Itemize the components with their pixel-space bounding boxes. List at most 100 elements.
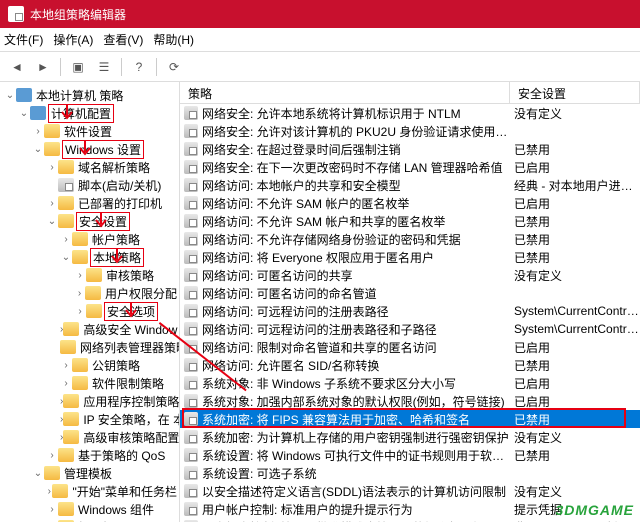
- list-row[interactable]: 系统对象: 加强内部系统对象的默认权限(例如，符号链接)已启用: [180, 392, 640, 410]
- tree-item[interactable]: 脚本(启动/关机): [0, 176, 179, 194]
- list-panel: 策略 安全设置 网络安全: 允许本地系统将计算机标识用于 NTLM没有定义网络安…: [180, 82, 640, 522]
- expand-icon[interactable]: ›: [60, 234, 72, 245]
- tree-label: 用户权限分配: [103, 285, 179, 302]
- tree-item[interactable]: ›高级审核策略配置: [0, 428, 179, 446]
- expand-icon[interactable]: ⌄: [18, 108, 30, 119]
- menu-action[interactable]: 操作(A): [53, 31, 93, 48]
- list-row[interactable]: 系统设置: 将 Windows 可执行文件中的证书规则用于软件…已禁用: [180, 446, 640, 464]
- tree-panel: ⌄本地计算机 策略⌄计算机配置›软件设置⌄Windows 设置›域名解析策略脚本…: [0, 82, 180, 522]
- policy-icon: [184, 430, 198, 444]
- expand-icon[interactable]: ⌄: [4, 90, 16, 101]
- export-button[interactable]: ☰: [93, 56, 115, 78]
- tree-item[interactable]: ⌄计算机配置: [0, 104, 179, 122]
- list-row[interactable]: 用户帐户控制: 管理员批准模式中管理员的提升权限提示的…非 Windows 二进…: [180, 518, 640, 522]
- toolbar: ◄ ► ▣ ☰ ? ⟳: [0, 52, 640, 82]
- tree-item[interactable]: ⌄管理模板: [0, 464, 179, 482]
- policy-text: 系统加密: 为计算机上存储的用户密钥强制进行强密钥保护: [202, 429, 514, 446]
- list-row[interactable]: 网络访问: 限制对命名管道和共享的匿名访问已启用: [180, 338, 640, 356]
- tree-item[interactable]: ⌄本地计算机 策略: [0, 86, 179, 104]
- tree-item[interactable]: ›软件设置: [0, 122, 179, 140]
- list-row[interactable]: 网络访问: 不允许 SAM 帐户和共享的匿名枚举已禁用: [180, 212, 640, 230]
- list-row[interactable]: 网络安全: 允许对该计算机的 PKU2U 身份验证请求使用联…: [180, 122, 640, 140]
- list-row[interactable]: 网络访问: 可匿名访问的共享没有定义: [180, 266, 640, 284]
- setting-text: 已启用: [514, 375, 640, 392]
- menu-file[interactable]: 文件(F): [4, 31, 43, 48]
- tree-item[interactable]: ›"开始"菜单和任务栏: [0, 482, 179, 500]
- list-row[interactable]: 网络访问: 不允许 SAM 帐户的匿名枚举已启用: [180, 194, 640, 212]
- col-policy[interactable]: 策略: [180, 82, 510, 103]
- list-row[interactable]: 网络访问: 不允许存储网络身份验证的密码和凭据已禁用: [180, 230, 640, 248]
- expand-icon[interactable]: ⌄: [60, 252, 72, 263]
- policy-icon: [184, 412, 198, 426]
- tree-item[interactable]: › 帐户策略: [0, 230, 179, 248]
- expand-icon[interactable]: ›: [46, 504, 58, 515]
- list-row[interactable]: 网络安全: 允许本地系统将计算机标识用于 NTLM没有定义: [180, 104, 640, 122]
- expand-icon[interactable]: ›: [74, 306, 86, 317]
- tree-item[interactable]: 网络列表管理器策略: [0, 338, 179, 356]
- tree-item[interactable]: ›打印机: [0, 518, 179, 522]
- expand-icon[interactable]: ›: [46, 162, 58, 173]
- expand-icon[interactable]: ⌄: [32, 468, 44, 479]
- list-row[interactable]: 网络安全: 在下一次更改密码时不存储 LAN 管理器哈希值已启用: [180, 158, 640, 176]
- tree-item[interactable]: ›IP 安全策略，在 本地: [0, 410, 179, 428]
- list-row[interactable]: 网络访问: 允许匿名 SID/名称转换已禁用: [180, 356, 640, 374]
- tree-item[interactable]: › 用户权限分配: [0, 284, 179, 302]
- tree-item[interactable]: ⌄Windows 设置: [0, 140, 179, 158]
- expand-icon[interactable]: ›: [32, 126, 44, 137]
- expand-icon[interactable]: ›: [74, 270, 86, 281]
- tree-item[interactable]: ›域名解析策略: [0, 158, 179, 176]
- expand-icon[interactable]: ›: [46, 450, 58, 461]
- tree-item[interactable]: ›审核策略: [0, 266, 179, 284]
- policy-icon: [184, 376, 198, 390]
- setting-text: System\CurrentContro…: [514, 322, 640, 336]
- list-row[interactable]: 网络访问: 可远程访问的注册表路径System\CurrentContro…: [180, 302, 640, 320]
- forward-button[interactable]: ►: [32, 56, 54, 78]
- list-row[interactable]: 系统加密: 为计算机上存储的用户密钥强制进行强密钥保护没有定义: [180, 428, 640, 446]
- tree-item[interactable]: ›安全选项: [0, 302, 179, 320]
- tree-item[interactable]: ⌄安全设置: [0, 212, 179, 230]
- list-row[interactable]: 系统对象: 非 Windows 子系统不要求区分大小写已启用: [180, 374, 640, 392]
- menu-view[interactable]: 查看(V): [103, 31, 143, 48]
- list-row[interactable]: 网络访问: 可匿名访问的命名管道: [180, 284, 640, 302]
- expand-icon[interactable]: ›: [60, 378, 72, 389]
- list-row[interactable]: 以安全描述符定义语言(SDDL)语法表示的计算机访问限制没有定义: [180, 482, 640, 500]
- policy-text: 系统加密: 将 FIPS 兼容算法用于加密、哈希和签名: [202, 411, 514, 428]
- back-button[interactable]: ◄: [6, 56, 28, 78]
- folder-icon: [44, 142, 60, 156]
- policy-icon: [184, 484, 198, 498]
- expand-icon[interactable]: ⌄: [32, 144, 44, 155]
- list-row[interactable]: 系统加密: 将 FIPS 兼容算法用于加密、哈希和签名已禁用: [180, 410, 640, 428]
- tree-item[interactable]: › Windows 组件: [0, 500, 179, 518]
- tree-item[interactable]: ›软件限制策略: [0, 374, 179, 392]
- tree-label: 帐户策略: [90, 231, 142, 248]
- tree-item[interactable]: ⌄本地策略: [0, 248, 179, 266]
- policy-text: 网络访问: 不允许存储网络身份验证的密码和凭据: [202, 231, 514, 248]
- expand-icon[interactable]: ›: [74, 288, 85, 299]
- setting-text: 没有定义: [514, 429, 640, 446]
- expand-icon[interactable]: ›: [60, 360, 72, 371]
- up-button[interactable]: ▣: [67, 56, 89, 78]
- setting-text: System\CurrentContro…: [514, 304, 640, 318]
- tree-label: Windows 组件: [76, 501, 156, 518]
- tree-item[interactable]: ›应用程序控制策略: [0, 392, 179, 410]
- policy-icon: [184, 142, 198, 156]
- expand-icon[interactable]: ⌄: [46, 216, 58, 227]
- policy-text: 网络安全: 允许对该计算机的 PKU2U 身份验证请求使用联…: [202, 123, 514, 140]
- tree-item[interactable]: ›公钥策略: [0, 356, 179, 374]
- list-row[interactable]: 网络安全: 在超过登录时间后强制注销已禁用: [180, 140, 640, 158]
- refresh-button[interactable]: ⟳: [163, 56, 185, 78]
- list-row[interactable]: 网络访问: 本地帐户的共享和安全模型经典 - 对本地用户进行…: [180, 176, 640, 194]
- menu-help[interactable]: 帮助(H): [153, 31, 194, 48]
- list-row[interactable]: 网络访问: 可远程访问的注册表路径和子路径System\CurrentContr…: [180, 320, 640, 338]
- policy-icon: [58, 178, 74, 192]
- folder-icon: [58, 448, 74, 462]
- tree-item[interactable]: ›高级安全 Window: [0, 320, 179, 338]
- tree-label: 脚本(启动/关机): [76, 177, 163, 194]
- tree-item[interactable]: ›基于策略的 QoS: [0, 446, 179, 464]
- help-button[interactable]: ?: [128, 56, 150, 78]
- expand-icon[interactable]: ›: [46, 198, 58, 209]
- col-setting[interactable]: 安全设置: [510, 82, 640, 103]
- tree-item[interactable]: ›已部署的打印机: [0, 194, 179, 212]
- list-row[interactable]: 系统设置: 可选子系统: [180, 464, 640, 482]
- list-row[interactable]: 网络访问: 将 Everyone 权限应用于匿名用户已禁用: [180, 248, 640, 266]
